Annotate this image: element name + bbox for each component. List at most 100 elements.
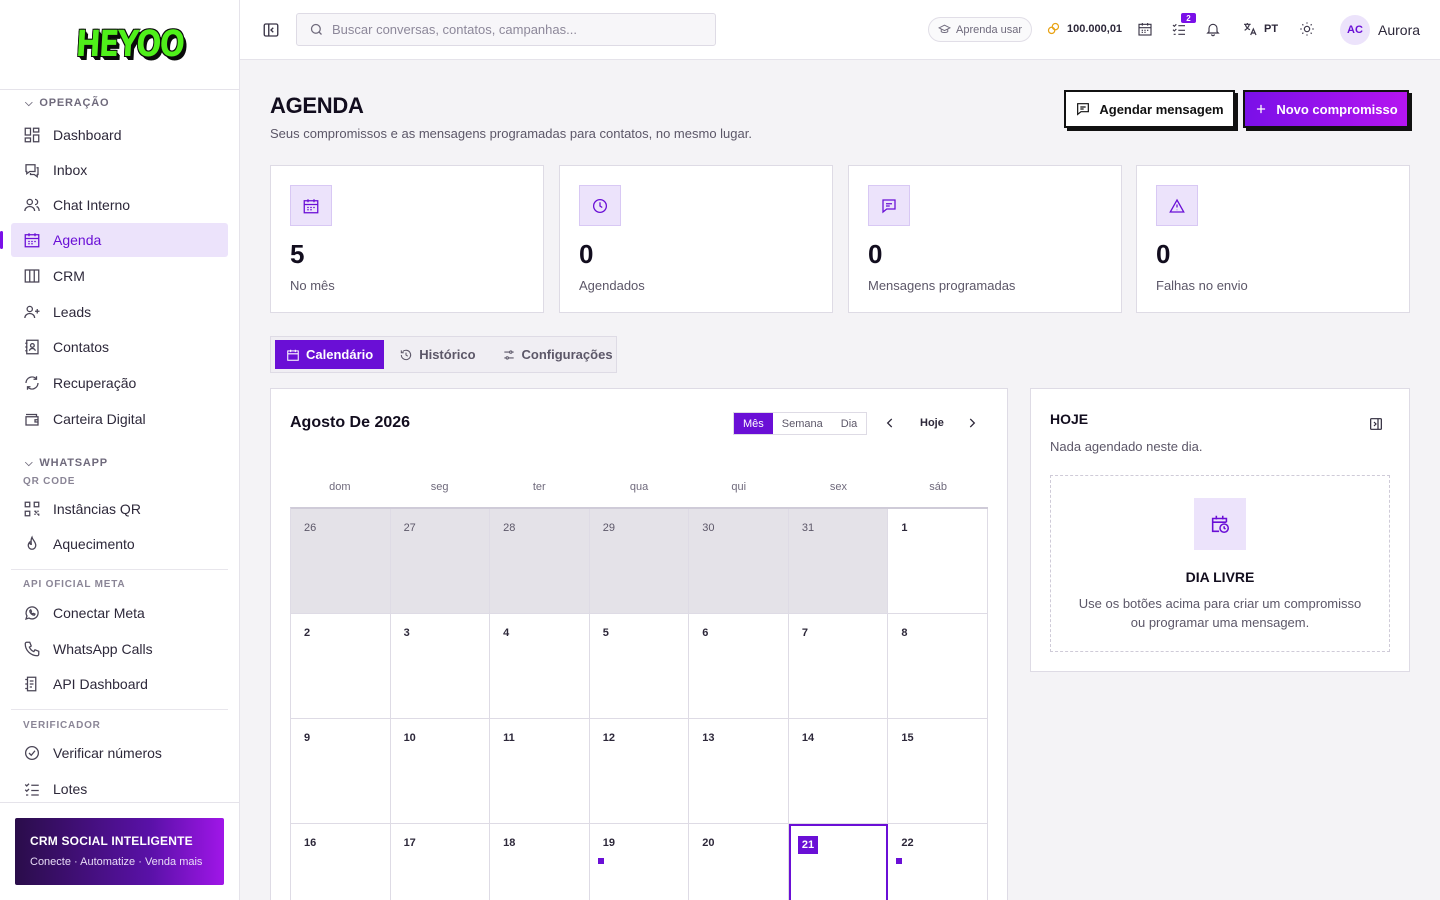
theme-toggle-button[interactable] (1299, 21, 1317, 39)
calendar-shortcut-button[interactable] (1137, 21, 1155, 39)
month-grid: 26 27 28 29 30 31 1 2 3 4 5 6 7 8 9 10 11 12 13 14 15 16 17 18 1… (290, 507, 988, 900)
sidebar-item-label: Dashboard (53, 127, 122, 143)
day-cell[interactable]: 20 (689, 824, 789, 900)
sidebar-item-verificar-numeros[interactable]: Verificar números (11, 736, 228, 770)
sidebar-item-agenda[interactable]: Agenda (0, 223, 228, 257)
day-cell[interactable]: 7 (788, 614, 889, 719)
day-cell[interactable]: 19 (590, 824, 690, 900)
message-icon (882, 198, 896, 213)
empty-description: Use os botões acima para criar um compro… (1078, 596, 1362, 630)
subsection-qr-code: QR CODE (23, 476, 76, 487)
sidebar-item-label: Leads (53, 304, 92, 320)
sidebar-item-whatsapp-calls[interactable]: WhatsApp Calls (11, 632, 228, 666)
view-month-button[interactable]: Mês (734, 413, 773, 434)
day-cell[interactable]: 17 (391, 824, 491, 900)
stat-value: 0 (579, 239, 594, 269)
tab-label: Configurações (521, 347, 613, 362)
sidebar-item-instancias-qr[interactable]: Instâncias QR (11, 492, 228, 526)
sidebar-item-label: API Dashboard (53, 676, 148, 692)
view-week-button[interactable]: Semana (773, 413, 832, 434)
day-cell[interactable]: 26 (291, 509, 391, 614)
day-cell[interactable]: 4 (490, 614, 590, 719)
check-circle-icon (24, 745, 40, 761)
sidebar-item-crm[interactable]: CRM (11, 259, 228, 293)
sidebar-item-chat-interno[interactable]: Chat Interno (11, 188, 228, 222)
credits-value: 100.000,01 (1067, 22, 1123, 35)
tab-calendario[interactable]: Calendário (275, 340, 385, 369)
stat-card-send-failures: 0 Falhas no envio (1136, 165, 1410, 313)
day-cell-today[interactable]: 21 (788, 824, 889, 900)
day-cell[interactable]: 18 (490, 824, 590, 900)
tab-historico[interactable]: Histórico (388, 340, 486, 369)
day-cell[interactable]: 5 (589, 614, 690, 719)
wallet-icon (25, 413, 39, 426)
day-cell[interactable]: 12 (589, 719, 690, 824)
day-cell[interactable]: 10 (390, 719, 491, 824)
logo-area: HEYOO (0, 0, 239, 90)
day-cell[interactable]: 1 (888, 509, 988, 614)
section-whatsapp[interactable]: ⌵ WHATSAPP (11, 456, 228, 470)
sidebar-item-contatos[interactable]: Contatos (11, 330, 228, 364)
collapse-panel-button[interactable] (1368, 416, 1384, 432)
credits-balance[interactable]: 100.000,01 (1046, 21, 1122, 36)
day-cell[interactable]: 16 (291, 824, 391, 900)
day-cell[interactable]: 9 (291, 719, 391, 824)
day-cell[interactable]: 13 (689, 719, 789, 824)
day-cell[interactable]: 27 (390, 509, 491, 614)
section-operacao[interactable]: ⌵ OPERAÇÃO (11, 96, 228, 110)
sidebar-item-conectar-meta[interactable]: Conectar Meta (11, 596, 228, 630)
flame-icon (27, 535, 37, 550)
sidebar-item-leads[interactable]: Leads (11, 295, 228, 329)
sidebar-item-api-dashboard[interactable]: API Dashboard (11, 667, 228, 701)
stat-icon-box (579, 185, 621, 226)
view-day-button[interactable]: Dia (832, 413, 867, 434)
prev-month-button[interactable] (883, 415, 897, 431)
plus-icon (1257, 104, 1266, 114)
search-bar[interactable] (296, 13, 716, 46)
schedule-message-button[interactable]: Agendar mensagem (1064, 90, 1235, 128)
calendar-icon (24, 233, 40, 248)
sidebar-item-aquecimento[interactable]: Aquecimento (11, 527, 228, 561)
day-cell[interactable]: 28 (490, 509, 590, 614)
day-cell[interactable]: 29 (589, 509, 690, 614)
sidebar-item-lotes[interactable]: Lotes (11, 772, 228, 806)
sidebar-item-recuperacao[interactable]: Recuperação (11, 366, 228, 400)
day-cell[interactable]: 6 (689, 614, 789, 719)
day-cell[interactable]: 30 (689, 509, 789, 614)
stat-label: Mensagens programadas (868, 278, 1016, 293)
search-icon (310, 23, 322, 35)
stat-label: No mês (290, 278, 335, 293)
day-cell[interactable]: 3 (390, 614, 491, 719)
qr-icon (24, 501, 40, 517)
today-button[interactable]: Hoje (920, 417, 944, 429)
tasks-button[interactable] (1171, 21, 1189, 39)
day-cell[interactable]: 2 (291, 614, 391, 719)
new-appointment-button[interactable]: Novo compromisso (1243, 90, 1409, 128)
promo-banner[interactable]: CRM SOCIAL INTELIGENTE Conecte · Automat… (15, 818, 224, 885)
day-cell[interactable]: 8 (888, 614, 988, 719)
sidebar-item-inbox[interactable]: Inbox (11, 153, 228, 187)
day-cell[interactable]: 22 (888, 824, 988, 900)
username[interactable]: Aurora (1378, 22, 1420, 38)
sidebar-item-dashboard[interactable]: Dashboard (11, 118, 228, 152)
calendar-icon (303, 198, 319, 213)
sidebar: HEYOO ⌵ OPERAÇÃO Dashboard Inbox Chat In… (0, 0, 240, 900)
search-input[interactable] (332, 22, 692, 37)
day-number: 10 (403, 732, 416, 744)
section-label: WHATSAPP (39, 457, 108, 469)
learn-button[interactable]: Aprenda usar (928, 17, 1033, 42)
sidebar-item-label: Contatos (53, 339, 110, 355)
brand-logo[interactable]: HEYOO (75, 24, 185, 65)
day-cell[interactable]: 15 (888, 719, 988, 824)
day-cell[interactable]: 31 (788, 509, 889, 614)
language-switcher[interactable]: PT (1242, 21, 1278, 37)
avatar[interactable]: AC (1340, 15, 1370, 45)
day-cell[interactable]: 14 (788, 719, 889, 824)
tab-configuracoes[interactable]: Configurações (491, 340, 624, 369)
notifications-button[interactable] (1205, 21, 1223, 39)
sidebar-item-carteira-digital[interactable]: Carteira Digital (11, 402, 228, 436)
kanban-icon (24, 269, 40, 283)
collapse-sidebar-button[interactable] (262, 21, 280, 39)
next-month-button[interactable] (965, 415, 979, 431)
day-cell[interactable]: 11 (490, 719, 590, 824)
